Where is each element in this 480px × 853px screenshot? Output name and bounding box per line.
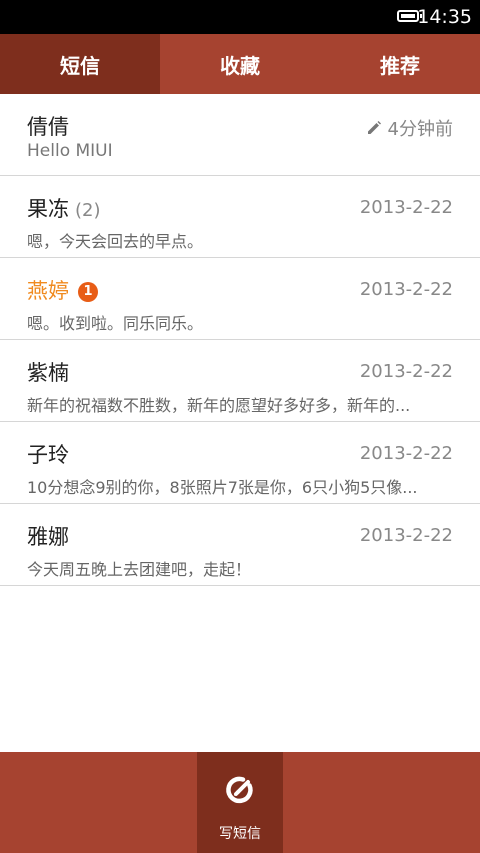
conversation-item[interactable]: 子玲 2013-2-22 10分想念9别的你，8张照片7张是你，6只小狗5只像.… — [0, 422, 480, 504]
message-preview: Hello MIUI — [27, 141, 113, 161]
unread-badge: 1 — [78, 282, 98, 302]
conversation-item[interactable]: 紫楠 2013-2-22 新年的祝福数不胜数，新年的愿望好多好多，新年的... — [0, 340, 480, 422]
contact-name: 子玲 — [27, 443, 69, 467]
message-time: 2013-2-22 — [359, 525, 453, 546]
message-count: (2) — [75, 200, 101, 221]
bottom-bar: 写短信 — [0, 752, 480, 853]
message-time-text: 4分钟前 — [387, 119, 453, 140]
contact-name: 紫楠 — [27, 361, 69, 385]
contact-name: 倩倩 — [27, 115, 69, 139]
compose-icon — [226, 776, 253, 804]
compose-label: 写短信 — [219, 826, 261, 842]
contact-name-text: 燕婷 — [27, 279, 69, 303]
contact-name: 燕婷 1 — [27, 275, 98, 305]
message-time: 2013-2-22 — [359, 361, 453, 382]
contact-name-text: 果冻 — [27, 197, 69, 221]
status-clock: 14:35 — [417, 6, 472, 28]
tab-favorites[interactable]: 收藏 — [160, 34, 320, 94]
conversation-item[interactable]: 燕婷 1 2013-2-22 嗯。收到啦。同乐同乐。 — [0, 258, 480, 340]
message-preview: 今天周五晚上去团建吧，走起！ — [27, 560, 252, 579]
message-preview: 嗯，今天会回去的早点。 — [27, 232, 204, 251]
conversation-item[interactable]: 雅娜 2013-2-22 今天周五晚上去团建吧，走起！ — [0, 504, 480, 586]
tab-bar: 短信 收藏 推荐 — [0, 34, 480, 94]
message-time: 2013-2-22 — [359, 443, 453, 464]
conversation-item[interactable]: 倩倩 4分钟前 Hello MIUI — [0, 94, 480, 176]
status-bar: 14:35 — [0, 0, 480, 34]
battery-full-icon — [397, 10, 422, 22]
contact-name: 雅娜 — [27, 525, 69, 549]
compose-message-button[interactable]: 写短信 — [197, 752, 283, 853]
message-preview: 10分想念9别的你，8张照片7张是你，6只小狗5只像... — [27, 478, 418, 497]
messages-screen: 14:35 短信 收藏 推荐 倩倩 4分钟前 Hello MIUI 果冻 (2) … — [0, 0, 480, 853]
conversation-list: 倩倩 4分钟前 Hello MIUI 果冻 (2) 2013-2-22 嗯，今天会… — [0, 94, 480, 586]
tab-messages[interactable]: 短信 — [0, 34, 160, 94]
conversation-item[interactable]: 果冻 (2) 2013-2-22 嗯，今天会回去的早点。 — [0, 176, 480, 258]
message-preview: 新年的祝福数不胜数，新年的愿望好多好多，新年的... — [27, 396, 411, 415]
message-time: 2013-2-22 — [359, 197, 453, 218]
pencil-icon — [367, 121, 381, 134]
message-preview: 嗯。收到啦。同乐同乐。 — [27, 314, 204, 333]
message-time: 2013-2-22 — [359, 279, 453, 300]
tab-recommended[interactable]: 推荐 — [320, 34, 480, 94]
message-time: 4分钟前 — [366, 115, 453, 141]
contact-name: 果冻 (2) — [27, 193, 101, 223]
